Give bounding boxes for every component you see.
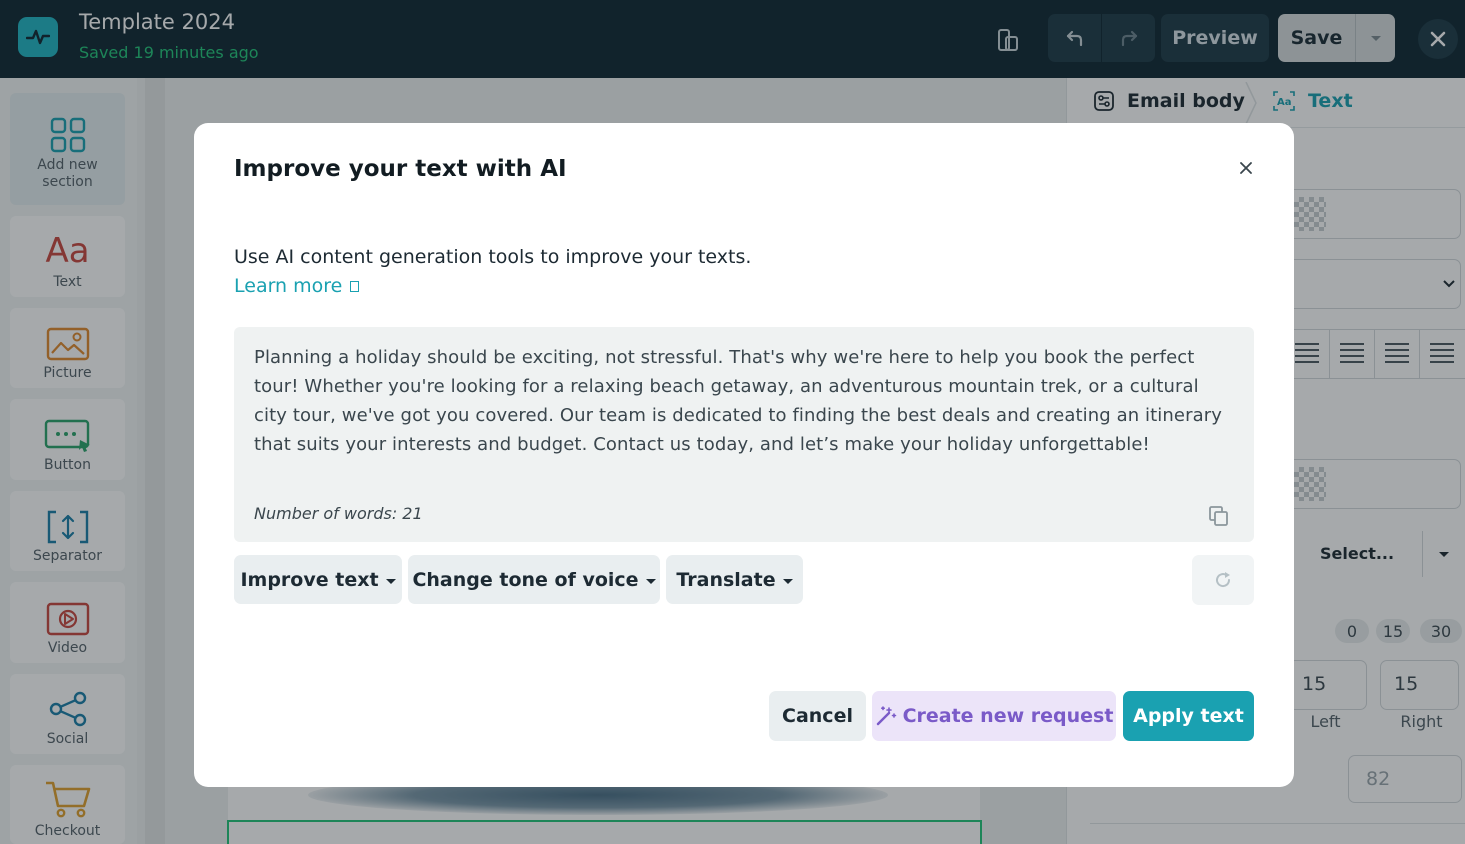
change-tone-label: Change tone of voice (412, 568, 639, 591)
learn-more-label: Learn more (234, 275, 343, 297)
generated-text-box[interactable]: Planning a holiday should be exciting, n… (234, 327, 1254, 542)
copy-icon[interactable] (1208, 505, 1230, 527)
improve-text-dropdown[interactable]: Improve text (234, 555, 402, 604)
external-link-icon (350, 280, 360, 292)
translate-dropdown[interactable]: Translate (666, 555, 803, 604)
close-icon (1240, 162, 1252, 174)
create-new-request-label: Create new request (902, 705, 1114, 727)
apply-text-button[interactable]: Apply text (1123, 691, 1254, 741)
create-new-request-button[interactable]: Create new request (872, 691, 1116, 741)
modal-description: Use AI content generation tools to impro… (234, 246, 752, 268)
generated-text: Planning a holiday should be exciting, n… (254, 347, 1222, 455)
cancel-button[interactable]: Cancel (769, 691, 866, 741)
caret-down-icon (782, 579, 793, 584)
learn-more-link[interactable]: Learn more (234, 275, 360, 297)
modal-title: Improve your text with AI (234, 156, 567, 182)
translate-label: Translate (676, 568, 776, 591)
word-count: Number of words: 21 (254, 504, 423, 523)
refresh-icon (1216, 572, 1231, 588)
caret-down-icon (385, 579, 396, 584)
modal-close-button[interactable] (1234, 156, 1258, 180)
magic-wand-icon (876, 706, 896, 726)
caret-down-icon (645, 579, 656, 584)
improve-text-label: Improve text (240, 568, 379, 591)
regenerate-button[interactable] (1192, 555, 1254, 605)
change-tone-dropdown[interactable]: Change tone of voice (408, 555, 660, 604)
